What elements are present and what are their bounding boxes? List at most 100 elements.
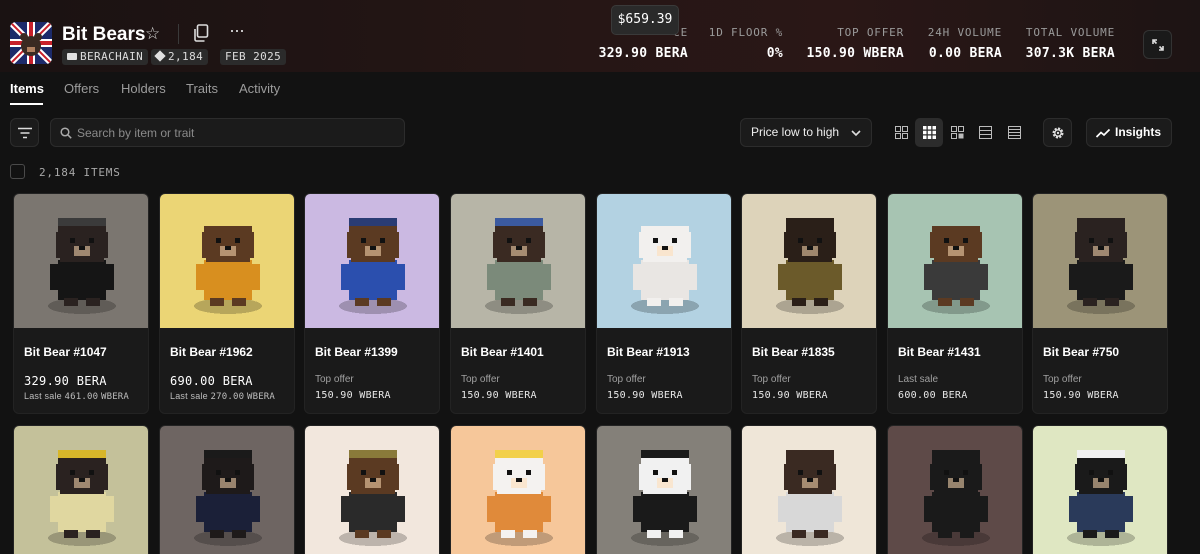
nft-card[interactable]: Bit Bear #1047 329.90 BERA Last sale 461… (13, 193, 149, 414)
sort-dropdown[interactable]: Price low to high (740, 118, 872, 147)
tab-holders[interactable]: Holders (121, 81, 166, 96)
stat-label-total-volume: TOTAL VOLUME (1025, 26, 1115, 39)
filter-button[interactable] (10, 118, 39, 147)
layers-icon (154, 50, 166, 62)
nft-card[interactable] (304, 425, 440, 554)
nft-last-sale: Last sale 461.00 WBERA (24, 391, 130, 402)
view-mosaic-button[interactable] (943, 118, 971, 147)
nft-top-offer-value: 150.90 WBERA (315, 390, 391, 401)
nft-last-sale: Last sale 270.00 WBERA (170, 391, 276, 402)
stat-value-24h-volume: 0.00 BERA (928, 46, 1002, 61)
nft-image (597, 426, 731, 554)
nft-top-offer-label: Top offer (607, 374, 646, 385)
chain-icon (67, 53, 77, 60)
nft-image (160, 194, 294, 328)
nft-top-offer-label: Top offer (461, 374, 500, 385)
collection-avatar (10, 22, 52, 64)
nft-top-offer-label: Top offer (752, 374, 791, 385)
search-input[interactable] (77, 119, 397, 146)
stat-value-total-volume: 307.3K BERA (1025, 46, 1115, 61)
stat-value-1d-floor: 0% (766, 46, 783, 61)
nft-card[interactable]: Bit Bear #1399 Top offer 150.90 WBERA (304, 193, 440, 414)
nft-card[interactable] (159, 425, 295, 554)
grid-2x2-icon (894, 126, 908, 139)
nft-image (1033, 426, 1167, 554)
grid-3x3-icon (922, 126, 936, 139)
search-box[interactable] (50, 118, 405, 147)
collection-name: Bit Bears (62, 24, 146, 45)
expand-button[interactable] (1143, 30, 1172, 59)
nft-image (742, 426, 876, 554)
nft-image (888, 194, 1022, 328)
nft-top-offer-value: 150.90 WBERA (607, 390, 683, 401)
nft-card[interactable]: Bit Bear #750 Top offer 150.90 WBERA (1032, 193, 1168, 414)
nft-image (451, 194, 585, 328)
nft-top-offer-value: 150.90 WBERA (461, 390, 537, 401)
table-icon (1007, 126, 1021, 139)
nft-card[interactable] (596, 425, 732, 554)
nft-card[interactable]: Bit Bear #1431 Last sale 600.00 BERA (887, 193, 1023, 414)
nft-name: Bit Bear #1399 (315, 345, 398, 359)
nft-image (742, 194, 876, 328)
view-list-button[interactable] (971, 118, 999, 147)
view-large-grid-button[interactable] (887, 118, 915, 147)
nft-image (451, 426, 585, 554)
nft-card[interactable]: Bit Bear #1835 Top offer 150.90 WBERA (741, 193, 877, 414)
view-table-button[interactable] (1000, 118, 1028, 147)
nft-name: Bit Bear #1962 (170, 345, 253, 359)
nft-card[interactable] (741, 425, 877, 554)
date-badge: FEB 2025 (220, 49, 287, 65)
stat-value-price: 329.90 BERA (598, 46, 688, 61)
nft-image (305, 426, 439, 554)
nft-image (14, 426, 148, 554)
nft-card[interactable] (450, 425, 586, 554)
nft-card[interactable] (13, 425, 149, 554)
price-tooltip: $659.39 (611, 5, 679, 35)
settings-button[interactable] (1043, 118, 1072, 147)
list-icon (978, 126, 992, 139)
nft-card[interactable]: Bit Bear #1401 Top offer 150.90 WBERA (450, 193, 586, 414)
nft-image (597, 194, 731, 328)
item-count: 2,184 ITEMS (39, 166, 121, 179)
nft-price: 329.90 BERA (24, 374, 107, 388)
copy-icon[interactable] (193, 24, 209, 46)
nft-image (160, 426, 294, 554)
insights-label: Insights (1115, 125, 1162, 139)
tab-traits[interactable]: Traits (186, 81, 218, 96)
stat-value-top-offer: 150.90 WBERA (806, 46, 904, 61)
nft-image (1033, 194, 1167, 328)
nft-price: 690.00 BERA (170, 374, 253, 388)
nft-name: Bit Bear #750 (1043, 345, 1120, 359)
nft-image (888, 426, 1022, 554)
nft-top-offer-value: 150.90 WBERA (1043, 390, 1119, 401)
nft-card[interactable]: Bit Bear #1962 690.00 BERA Last sale 270… (159, 193, 295, 414)
nft-card[interactable]: Bit Bear #1913 Top offer 150.90 WBERA (596, 193, 732, 414)
nft-top-offer-label: Top offer (315, 374, 354, 385)
expand-icon (1151, 38, 1164, 51)
chain-badge: BERACHAIN (62, 49, 149, 65)
nft-name: Bit Bear #1047 (24, 345, 107, 359)
favorite-star-icon[interactable]: ☆ (145, 25, 160, 43)
view-grid-button[interactable] (915, 118, 943, 147)
insights-button[interactable]: Insights (1086, 118, 1172, 147)
nft-card[interactable] (887, 425, 1023, 554)
tab-activity[interactable]: Activity (239, 81, 280, 96)
nft-card[interactable] (1032, 425, 1168, 554)
nft-name: Bit Bear #1431 (898, 345, 981, 359)
stat-label-1d-floor: 1D FLOOR % (708, 26, 783, 39)
tab-items[interactable]: Items (10, 81, 44, 96)
chevron-down-icon (851, 130, 861, 137)
nft-name: Bit Bear #1835 (752, 345, 835, 359)
select-all-checkbox[interactable] (10, 164, 25, 179)
stat-label-24h-volume: 24H VOLUME (927, 26, 1002, 39)
filter-icon (17, 127, 32, 138)
mosaic-icon (950, 126, 964, 139)
sort-dropdown-label: Price low to high (751, 125, 840, 139)
nft-name: Bit Bear #1913 (607, 345, 690, 359)
trend-chart-icon (1096, 128, 1110, 138)
header-divider (178, 24, 179, 44)
nft-last-sale-label: Last sale (898, 374, 939, 385)
supply-badge: 2,184 (151, 49, 209, 65)
more-options-icon[interactable]: ··· (229, 21, 245, 39)
tab-offers[interactable]: Offers (64, 81, 99, 96)
